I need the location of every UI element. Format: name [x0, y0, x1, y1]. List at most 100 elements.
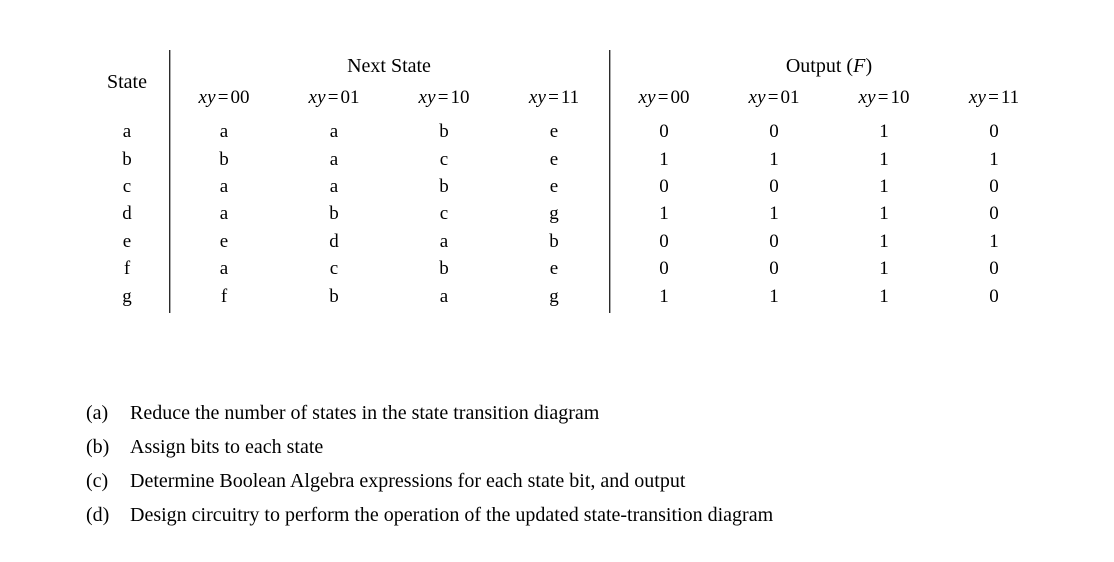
cell-output: 1	[879, 175, 889, 197]
cell-output: 1	[609, 282, 719, 312]
cell-output: 0	[769, 258, 779, 280]
cell-next-state: b	[329, 203, 339, 225]
table-row: b b a c e 1 1 1 1	[85, 145, 1049, 172]
cell-next-state: a	[169, 173, 279, 200]
cond-var: xy	[748, 86, 766, 108]
header-next-state-11: xy = 11	[499, 81, 609, 113]
cell-output: 0	[609, 228, 719, 255]
document-page: State Next State Output (F) xy = 00 xy = 01 …	[0, 0, 1114, 562]
header-group-next-state: Next State	[169, 50, 609, 81]
cell-next-state: a	[329, 121, 339, 143]
cond-var: xy	[858, 86, 876, 108]
cond-val: 00	[670, 86, 690, 108]
cell-next-state: e	[169, 228, 279, 255]
cell-next-state: a	[439, 230, 449, 252]
header-output-10: xy = 10	[829, 81, 939, 113]
cell-output: 1	[989, 230, 999, 252]
table-body: aaabe0010bbace1111caabe0010dabcg1110eeda…	[85, 116, 1049, 313]
cond-var: xy	[198, 86, 216, 108]
state-transition-table: State Next State Output (F) xy = 00 xy = 01 …	[85, 50, 1049, 313]
cond-val: 11	[1000, 86, 1020, 108]
cell-next-state: b	[549, 230, 559, 252]
cond-op: =	[988, 86, 999, 108]
cell-output: 1	[609, 200, 719, 227]
question-item: (c) Determine Boolean Algebra expressions…	[86, 466, 1046, 496]
cell-state: a	[122, 121, 132, 143]
header-next-state-01: xy = 01	[279, 81, 389, 113]
question-item: (d) Design circuitry to perform the opera…	[86, 500, 1046, 530]
cell-next-state: a	[169, 200, 279, 227]
cell-output: 1	[879, 203, 889, 225]
cell-output: 0	[769, 175, 779, 197]
cond-var: xy	[638, 86, 656, 108]
cond-op: =	[548, 86, 559, 108]
table-row: c a a b e 0 0 1 0	[85, 173, 1049, 200]
cell-output: 1	[609, 145, 719, 172]
cond-var: xy	[308, 86, 326, 108]
cond-val: 11	[560, 86, 580, 108]
header-group-output-prefix: Output (	[785, 54, 854, 77]
header-state: State	[107, 70, 147, 93]
table-row: a a a b e 0 0 1 0	[85, 116, 1049, 145]
cond-op: =	[767, 86, 779, 108]
cond-var: xy	[968, 86, 987, 108]
cell-state: b	[122, 148, 132, 170]
cell-state: c	[122, 175, 132, 197]
cond-var: xy	[528, 86, 547, 108]
question-text: Reduce the number of states in the state…	[130, 402, 600, 424]
cell-output: 1	[989, 148, 999, 170]
header-next-state-10: xy = 10	[389, 81, 499, 113]
cell-state: e	[122, 230, 132, 252]
cell-next-state: b	[439, 175, 449, 197]
group-header-row: State Next State Output (F)	[85, 50, 1049, 92]
cell-next-state: g	[549, 285, 559, 307]
question-list: (a) Reduce the number of states in the st…	[86, 398, 1046, 534]
cell-next-state: c	[329, 258, 339, 280]
question-text: Design circuitry to perform the operatio…	[130, 504, 774, 526]
cond-val: 10	[890, 86, 910, 108]
header-group-output-suffix: )	[865, 54, 873, 77]
question-item: (b) Assign bits to each state	[86, 432, 1046, 462]
cell-output: 1	[879, 230, 889, 252]
cell-output: 1	[879, 121, 889, 143]
cell-state: d	[122, 203, 132, 225]
cond-val: 01	[340, 86, 360, 108]
cell-output: 0	[769, 121, 779, 143]
question-label: (d)	[86, 504, 110, 526]
header-output-11: xy = 11	[939, 81, 1049, 113]
cell-next-state: c	[439, 148, 449, 170]
question-label: (c)	[86, 470, 109, 492]
cell-next-state: d	[329, 230, 339, 252]
cond-op: =	[327, 86, 339, 108]
cell-next-state: f	[169, 282, 279, 312]
cell-next-state: b	[439, 121, 449, 143]
cell-output: 1	[769, 285, 779, 307]
question-text: Assign bits to each state	[130, 436, 324, 458]
cell-output: 0	[609, 173, 719, 200]
cond-val: 10	[450, 86, 470, 108]
cell-output: 0	[989, 203, 999, 225]
cell-next-state: c	[439, 203, 449, 225]
cond-val: 00	[230, 86, 250, 108]
question-text: Determine Boolean Algebra expressions fo…	[130, 470, 686, 492]
question-item: (a) Reduce the number of states in the st…	[86, 398, 1046, 428]
table-row: g f b a g 1 1 1 0	[85, 282, 1049, 312]
cell-next-state: e	[549, 258, 559, 280]
table-row: e e d a b 0 0 1 1	[85, 228, 1049, 255]
cell-output: 1	[769, 148, 779, 170]
header-next-state-00: xy = 00	[169, 81, 279, 113]
header-output-00: xy = 00	[609, 81, 719, 113]
cond-val: 01	[780, 86, 800, 108]
cell-next-state: b	[169, 145, 279, 172]
cell-next-state: e	[549, 148, 559, 170]
cell-next-state: g	[549, 203, 559, 225]
cell-state: g	[122, 285, 132, 307]
cell-next-state: a	[169, 116, 279, 145]
table-row: f a c b e 0 0 1 0	[85, 255, 1049, 282]
cell-output: 1	[769, 203, 779, 225]
cell-next-state: a	[329, 175, 339, 197]
cell-output: 0	[989, 175, 999, 197]
cell-output: 0	[769, 230, 779, 252]
cell-next-state: b	[439, 258, 449, 280]
cond-var: xy	[418, 86, 436, 108]
